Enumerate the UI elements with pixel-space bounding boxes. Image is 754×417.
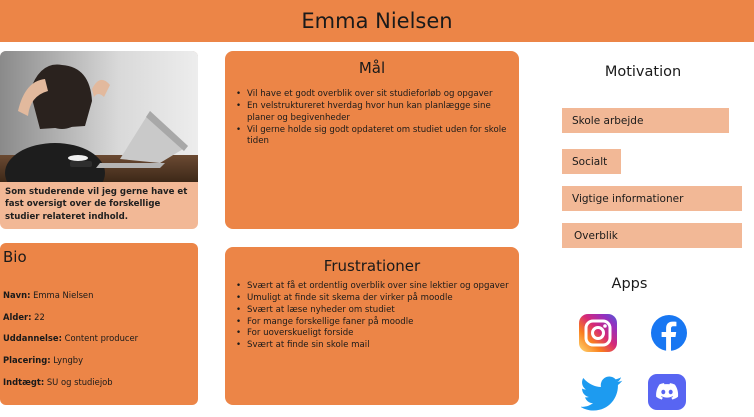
- motivation-item-important-info: Vigtige informationer: [562, 186, 742, 211]
- frustrations-list: • Svært at få et ordentlig overblik over …: [225, 281, 519, 352]
- goals-title: Mål: [358, 59, 386, 77]
- bio-title: Bio: [3, 248, 27, 266]
- bio-item-location: Placering: Lyngby: [3, 355, 84, 366]
- bio-card: Bio Navn: Emma Nielsen Alder: 22 Uddanne…: [0, 243, 198, 405]
- instagram-icon: [579, 312, 617, 354]
- motivation-item-social: Socialt: [562, 149, 621, 174]
- photo-caption: Som studerende vil jeg gerne have et fas…: [5, 187, 188, 222]
- page-header: Emma Nielsen: [0, 0, 754, 42]
- frustrations-title: Frustrationer: [323, 257, 421, 275]
- frustration-item: • Umuligt at finde sit skema der virker p…: [236, 292, 453, 303]
- frustration-item: • Svært at læse nyheder om studiet: [236, 304, 395, 315]
- bio-item-name: Navn: Emma Nielsen: [3, 290, 94, 300]
- discord-icon: [648, 371, 686, 413]
- goals-list: • Vil have et godt overblik over sit stud…: [225, 89, 519, 148]
- photo-card: Som studerende vil jeg gerne have et fas…: [0, 51, 198, 229]
- frustration-item: • For mange forskellige faner på moodle: [236, 316, 414, 327]
- goal-item: • Vil gerne holde sig godt opdateret om s…: [236, 124, 507, 147]
- frustrations-card: Frustrationer • Svært at få et ordentlig …: [225, 247, 519, 405]
- motivation-title: Motivation: [604, 64, 682, 80]
- frustration-item: • Svært at få et ordentlig overblik over …: [236, 281, 509, 291]
- apps-title: Apps: [611, 276, 648, 292]
- bio-item-education: Uddannelse: Content producer: [3, 333, 139, 344]
- persona-name: Emma Nielsen: [301, 9, 453, 33]
- motivation-item-overview: Overblik: [562, 223, 742, 248]
- bio-item-income: Indtægt: SU og studiejob: [3, 376, 113, 387]
- goals-card: Mål • Vil have et godt overblik over sit …: [225, 51, 519, 229]
- frustration-item: • Svært at finde sin skole mail: [236, 340, 370, 351]
- bio-item-age: Alder: 22: [3, 311, 45, 322]
- bio-list: Navn: Emma Nielsen Alder: 22 Uddannelse:…: [3, 290, 138, 398]
- motivation-item-school-work: Skole arbejde: [562, 108, 729, 133]
- stressed-student-photo: [0, 51, 198, 182]
- goal-item: • Vil have et godt overblik over sit stud…: [236, 89, 493, 99]
- facebook-icon: [650, 312, 688, 354]
- frustration-item: • For uoverskueligt forside: [236, 328, 354, 339]
- twitter-icon: [581, 372, 623, 414]
- goal-item: • En velstruktureret hverdag hvor hun kan…: [236, 100, 491, 123]
